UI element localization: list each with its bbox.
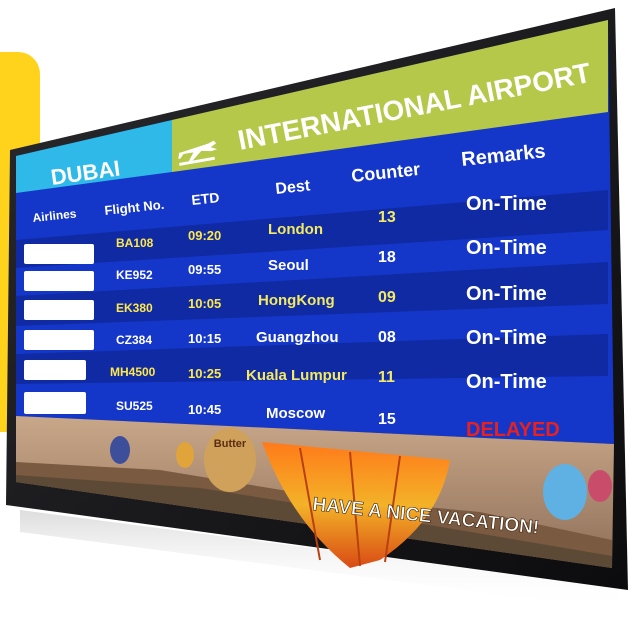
flight-number: SU525 (116, 399, 153, 413)
flight-etd: 10:45 (188, 402, 221, 417)
flight-number: BA108 (116, 236, 154, 250)
flight-etd: 10:25 (188, 366, 221, 381)
flight-etd: 09:55 (188, 262, 221, 277)
flight-counter: 13 (378, 209, 396, 226)
flight-number: KE952 (116, 268, 153, 282)
flight-remarks: On-Time (466, 371, 547, 393)
british-airways-logo (24, 244, 94, 264)
small-balloon (588, 470, 612, 502)
flight-remarks: On-Time (466, 283, 547, 305)
flight-counter: 15 (378, 411, 396, 428)
flight-number: CZ384 (116, 333, 152, 347)
flight-remarks: On-Time (466, 237, 547, 259)
flight-dest: London (268, 221, 323, 238)
flight-etd: 09:20 (188, 228, 221, 243)
flight-number: EK380 (116, 301, 153, 315)
butter-balloon-text: Butter (214, 438, 247, 450)
flight-etd: 10:05 (188, 296, 221, 311)
flight-counter: 08 (378, 329, 396, 346)
flight-remarks: On-Time (466, 327, 547, 349)
flight-dest: Seoul (268, 257, 309, 274)
flight-dest: HongKong (258, 292, 335, 309)
flight-counter: 18 (378, 249, 396, 266)
small-balloon (543, 464, 587, 520)
small-balloon (176, 442, 194, 468)
col-etd: ETD (191, 189, 221, 208)
flight-dest: Guangzhou (256, 329, 339, 346)
flight-counter: 11 (378, 369, 395, 386)
flight-dest: Kuala Lumpur (246, 367, 347, 384)
flight-number: MH4500 (110, 365, 156, 379)
emirates-logo (24, 300, 94, 320)
malaysia-airlines-logo (24, 360, 86, 380)
flight-remarks-delayed: DELAYED (466, 419, 560, 441)
flight-etd: 10:15 (188, 331, 221, 346)
flight-remarks: On-Time (466, 193, 547, 215)
display-monitor: Butter DUBAI INTERNATIONAL AIRPORT Airli… (6, 8, 628, 610)
flight-dest: Moscow (266, 405, 326, 422)
aeroflot-logo (24, 392, 86, 414)
display-scene: Butter DUBAI INTERNATIONAL AIRPORT Airli… (0, 0, 635, 618)
flight-counter: 09 (378, 289, 396, 306)
china-southern-logo (24, 330, 94, 350)
korean-air-logo (24, 271, 94, 291)
small-balloon (110, 436, 130, 464)
